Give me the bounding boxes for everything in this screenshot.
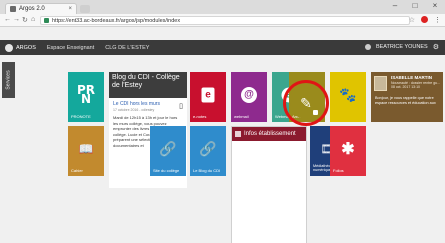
message-status: Nouveauté : dossier rentre gu... 08 oct.… [391, 81, 441, 89]
close-window-button[interactable]: × [429, 1, 441, 10]
link-icon: 🔗 [199, 140, 217, 156]
info-icon [235, 131, 241, 137]
nav-link-college[interactable]: CLG DE L'ESTEY [105, 45, 149, 51]
user-name[interactable]: BEATRICE YOUNES [376, 44, 428, 50]
tile-paw[interactable]: 🐾 [330, 72, 366, 122]
address-bar-row: ← → ↻ ⌂ https://ent33.ac-bordeaux.fr/arg… [0, 14, 445, 27]
favicon-icon [10, 6, 16, 12]
tile-blog-cdi-link[interactable]: 🔗 Le Blog du CDI [190, 126, 226, 176]
tile-label: Folios [333, 168, 344, 173]
gear-icon[interactable]: ⚙ [433, 43, 439, 51]
tile-infos-etablissement[interactable]: Infos établissement [231, 126, 307, 243]
pronote-icon: PR N [76, 82, 96, 106]
blog-post-title[interactable]: Le CDI hors les murs [113, 101, 183, 107]
nav-link-espace[interactable]: Espace Enseignant [47, 45, 94, 51]
forward-icon[interactable]: → [13, 16, 20, 23]
back-icon[interactable]: ← [4, 16, 11, 23]
window-controls: – □ × [389, 1, 441, 10]
url-input[interactable]: https://ent33.ac-bordeaux.fr/argos/jsp/m… [40, 16, 410, 25]
link-icon: 🔗 [159, 140, 177, 156]
tile-message-profile[interactable]: ISABELLE MARTIN Nouveauté : dossier rent… [371, 72, 443, 122]
tile-label: Le Blog du CDI [193, 168, 221, 173]
brand-name: ARGOS [16, 44, 36, 51]
message-text: Bonjour, je vous rappelle que notre espa… [375, 96, 436, 105]
services-side-tab[interactable]: Services [2, 62, 15, 98]
bookmark-star-icon[interactable]: ☆ [409, 16, 415, 24]
infos-title: Infos établissement [244, 131, 296, 137]
tile-label: Site du collège [153, 168, 180, 173]
blog-post-icon: ▯ [179, 103, 183, 110]
blog-title: Blog du CDI - Collège de l'Estey [112, 74, 180, 89]
pencil-icon: ✎ [300, 94, 312, 111]
home-icon[interactable]: ⌂ [31, 16, 35, 23]
tile-cahier[interactable]: 📖 Cahier [68, 126, 104, 176]
maximize-button[interactable]: □ [409, 1, 421, 10]
paw-icon: 🐾 [339, 86, 357, 102]
sender-name: ISABELLE MARTIN [391, 75, 432, 80]
highlighted-pencil-tile[interactable]: ✎ [290, 87, 322, 119]
asterisk-icon: ✱ [341, 140, 355, 158]
tile-label: e-notes [193, 114, 207, 119]
at-sign-icon: @ [241, 86, 257, 103]
browser-tab[interactable]: Argos 2.0 × [5, 3, 77, 14]
tile-pronote[interactable]: PR N PRONOTE [68, 72, 104, 122]
blog-header: Blog du CDI - Collège de l'Estey [109, 72, 187, 98]
tile-label: PRONOTE [71, 114, 91, 119]
services-label: Services [5, 70, 12, 90]
tile-folios[interactable]: ✱ Folios [330, 126, 366, 176]
brand[interactable]: ARGOS [5, 43, 36, 52]
tab-close-button[interactable]: × [68, 6, 72, 12]
new-tab-button[interactable] [80, 5, 90, 13]
lock-icon [44, 18, 49, 23]
tab-title: Argos 2.0 [19, 6, 45, 12]
tile-webmail[interactable]: @ webmail [231, 72, 267, 122]
tile-label: Cahier [71, 168, 83, 173]
browser-tab-bar: Argos 2.0 × – □ × [0, 0, 445, 14]
blog-post-date: 17 octobre 2016 - cdiestey [113, 108, 155, 112]
tile-label: webmail [234, 114, 249, 119]
tile-enotes[interactable]: e e-notes [190, 72, 226, 122]
argos-logo-icon [5, 43, 13, 52]
infos-header: Infos établissement [232, 127, 306, 141]
user-icon [364, 44, 371, 50]
minimize-button[interactable]: – [389, 1, 401, 10]
book-icon: 📖 [78, 141, 94, 156]
tile-site-college[interactable]: 🔗 Site du collège [150, 126, 186, 176]
extension-icon[interactable] [421, 16, 428, 23]
browser-menu-icon[interactable]: ⋮ [434, 16, 441, 24]
enotes-icon: e [201, 87, 215, 102]
url-text: https://ent33.ac-bordeaux.fr/argos/jsp/m… [52, 17, 181, 24]
reload-icon[interactable]: ↻ [22, 16, 28, 24]
badge-icon [313, 110, 318, 115]
avatar [374, 76, 387, 91]
top-navigation: ARGOS Espace Enseignant CLG DE L'ESTEY B… [0, 40, 445, 55]
